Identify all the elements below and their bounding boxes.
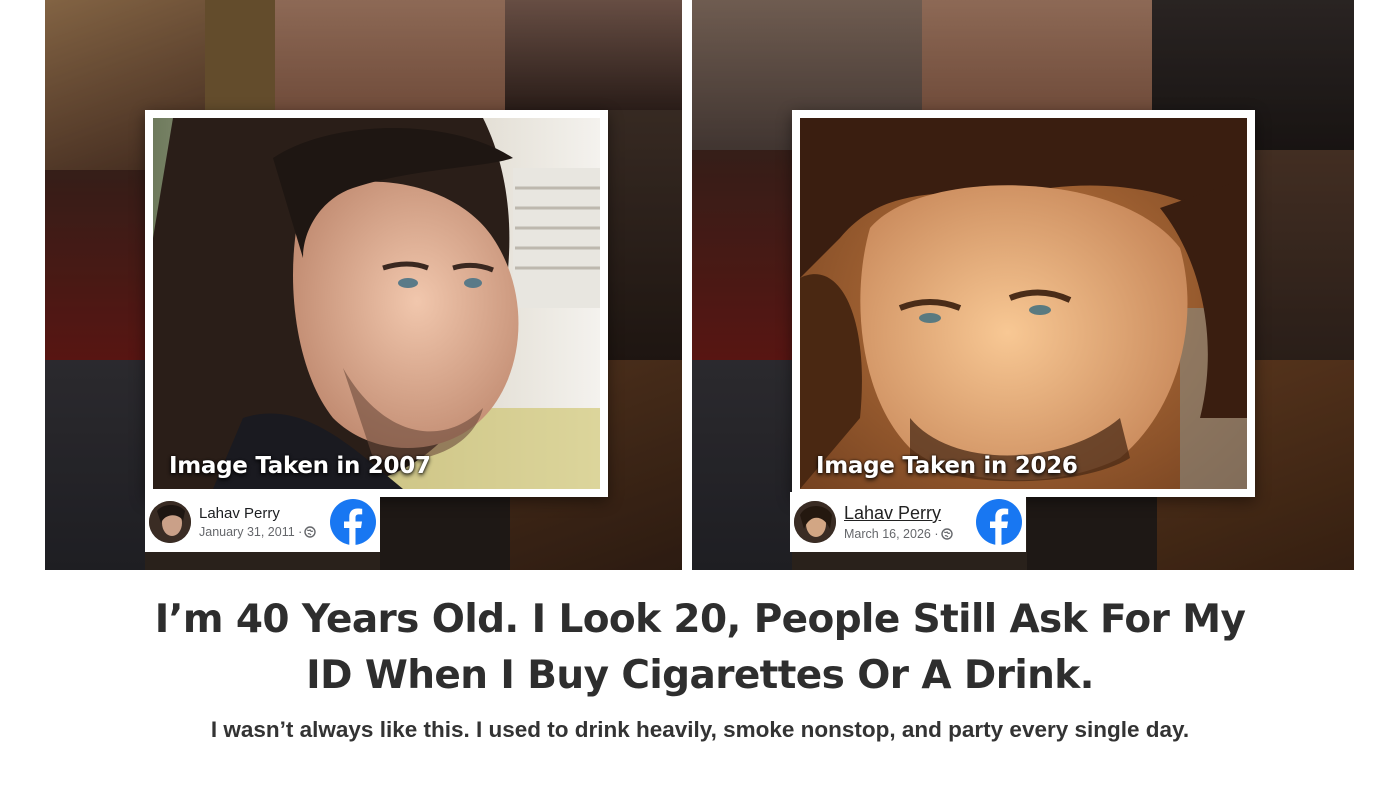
after-photo-collage: Image Taken in 2026 Lahav Perry March 16…: [692, 0, 1354, 570]
photo-card-2026: Image Taken in 2026: [792, 110, 1255, 497]
page-headline: I’m 40 Years Old. I Look 20, People Stil…: [0, 592, 1400, 704]
author-name[interactable]: Lahav Perry: [199, 505, 330, 522]
headline-line-1: I’m 40 Years Old. I Look 20, People Stil…: [154, 597, 1246, 642]
facebook-post-header[interactable]: Lahav Perry March 16, 2026 ·: [790, 492, 1026, 552]
facebook-logo-icon[interactable]: [976, 499, 1022, 545]
headline-line-2: ID When I Buy Cigarettes Or A Drink.: [306, 653, 1094, 698]
subheadline: I wasn’t always like this. I used to dri…: [210, 717, 1190, 742]
facebook-logo-icon[interactable]: [330, 499, 376, 545]
facebook-post-header[interactable]: Lahav Perry January 31, 2011 ·: [145, 492, 380, 552]
post-date[interactable]: March 16, 2026 ·: [844, 527, 976, 541]
photo-caption: Image Taken in 2026: [816, 453, 1078, 479]
avatar[interactable]: [149, 501, 191, 543]
globe-icon: [304, 526, 317, 538]
photo-2026: Image Taken in 2026: [800, 118, 1247, 489]
photo-card-2007: Image Taken in 2007: [145, 110, 608, 497]
photo-caption: Image Taken in 2007: [169, 453, 431, 479]
before-photo-collage: Image Taken in 2007 Lahav Perry January …: [45, 0, 682, 570]
photo-2007: Image Taken in 2007: [153, 118, 600, 489]
post-date[interactable]: January 31, 2011 ·: [199, 525, 330, 539]
avatar[interactable]: [794, 501, 836, 543]
author-name[interactable]: Lahav Perry: [844, 503, 976, 524]
globe-icon: [940, 527, 953, 540]
